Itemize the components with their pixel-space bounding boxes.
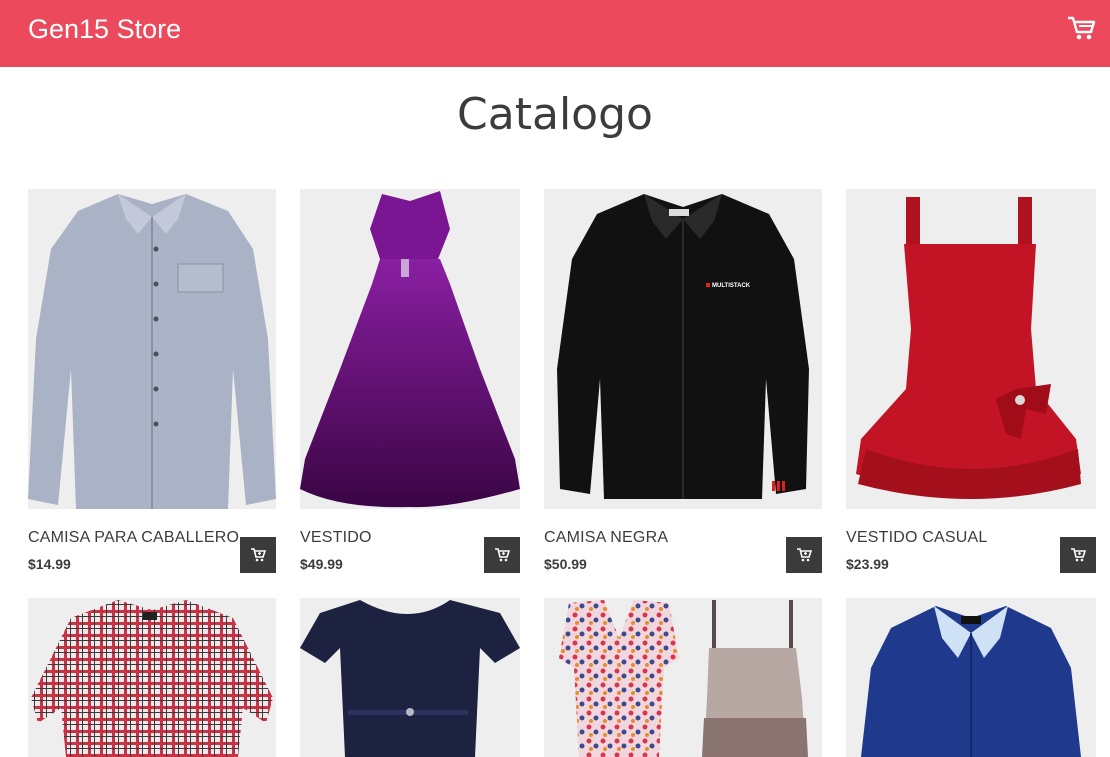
product-image-red-plaid-shirt[interactable] [28,598,276,757]
product-name[interactable]: CAMISA PARA CABALLERO [28,529,239,547]
add-to-cart-icon [495,548,510,562]
add-to-cart-icon [251,548,266,562]
product-image-black-shirt[interactable]: MULTISTACK [544,189,822,509]
product-price: $49.99 [300,556,343,572]
add-to-cart-button[interactable] [786,537,822,573]
product-logo: MULTISTACK [712,283,751,289]
product-price: $14.99 [28,556,71,572]
add-to-cart-icon [1071,548,1086,562]
add-to-cart-button[interactable] [484,537,520,573]
product-name[interactable]: CAMISA NEGRA [544,529,668,547]
page-title: Catalogo [457,89,653,140]
product-price: $23.99 [846,556,889,572]
add-to-cart-button[interactable] [240,537,276,573]
add-to-cart-button[interactable] [1060,537,1096,573]
product-name[interactable]: VESTIDO [300,529,372,547]
top-navbar: Gen15 Store [0,0,1110,67]
store-brand[interactable]: Gen15 Store [28,12,181,46]
product-name[interactable]: VESTIDO CASUAL [846,529,988,547]
product-image-gray-shirt[interactable] [28,189,276,509]
product-price: $50.99 [544,556,587,572]
cart-button[interactable] [1066,14,1096,42]
product-image-red-dress[interactable] [846,189,1096,509]
product-image-purple-gown[interactable] [300,189,520,509]
cart-icon [1068,16,1096,40]
add-to-cart-icon [797,548,812,562]
product-image-navy-dress[interactable] [300,598,520,757]
product-image-blue-shirt[interactable] [846,598,1096,757]
product-image-floral-dress-and-blouse[interactable] [544,598,822,757]
